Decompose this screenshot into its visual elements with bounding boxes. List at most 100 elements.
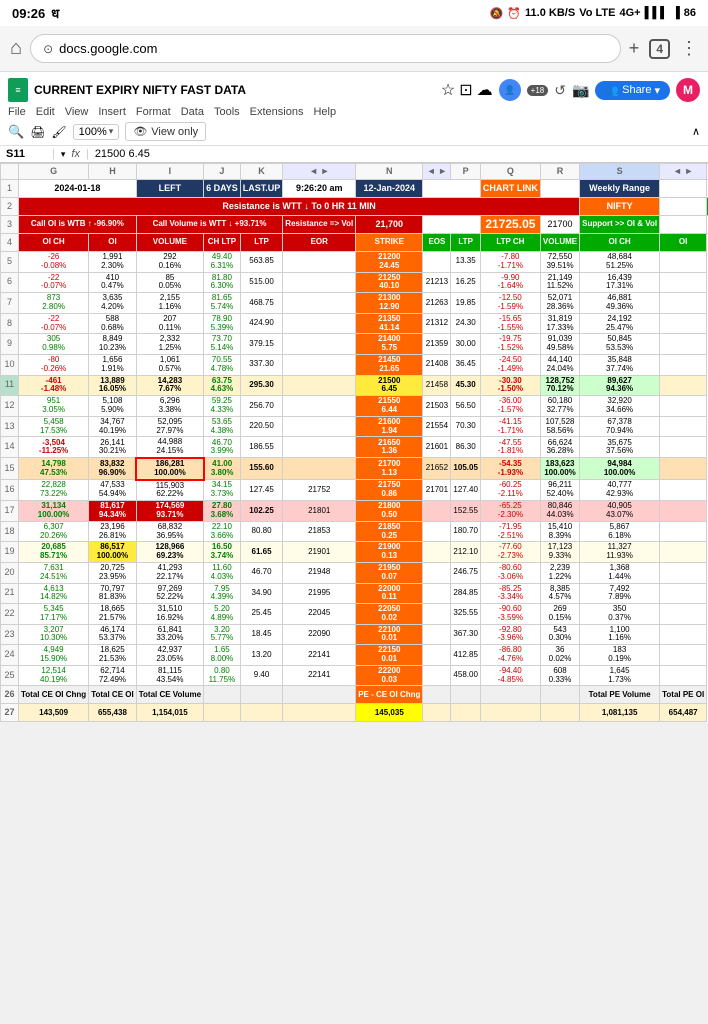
sheets-header: ≡ CURRENT EXPIRY NIFTY FAST DATA ☆ ⊡ ☁ 👤… bbox=[0, 72, 708, 146]
cell-left[interactable]: LEFT bbox=[136, 180, 203, 198]
formula-value: 21500 6.45 bbox=[95, 148, 702, 160]
col-header-q[interactable]: Q bbox=[480, 164, 540, 180]
menu-file[interactable]: File bbox=[8, 106, 26, 118]
menu-view[interactable]: View bbox=[65, 106, 89, 118]
col-header-o[interactable]: ◄ ► bbox=[423, 164, 451, 180]
col-ltp2: LTP bbox=[451, 234, 480, 252]
menu-help[interactable]: Help bbox=[313, 106, 336, 118]
table-row-selected: 11 -461-1.48% 13,88916.05% 14,2837.67% 6… bbox=[1, 375, 708, 396]
cell-nifty-header[interactable]: NIFTY bbox=[580, 198, 660, 216]
col-header-g[interactable]: G bbox=[19, 164, 89, 180]
menu-insert[interactable]: Insert bbox=[98, 106, 126, 118]
cell-resistance[interactable]: Resistance is WTT ↓ To 0 HR 11 MIN bbox=[19, 198, 580, 216]
col-header-p[interactable]: P bbox=[451, 164, 480, 180]
table-row-red: 17 31,134100.00% 81,61794.34% 174,56993.… bbox=[1, 501, 708, 522]
cell-res-val[interactable]: 21,700 bbox=[356, 216, 423, 234]
table-row: 16 22,82873.22% 47,53354.94% 115,90362.2… bbox=[1, 480, 708, 501]
table-row: 5 -26-0.08% 1,9912.30% 2920.16% 49.406.3… bbox=[1, 252, 708, 273]
cell-date[interactable]: 2024-01-18 bbox=[19, 180, 137, 198]
eye-icon: 👁 bbox=[133, 125, 147, 138]
view-only-button[interactable]: 👁 View only bbox=[125, 122, 206, 141]
cell-support-oivol[interactable]: Support >> OI & Vol bbox=[580, 216, 660, 234]
total-pe-oi-label: Total PE OI bbox=[660, 686, 707, 704]
col-oi2: OI bbox=[660, 234, 707, 252]
star-icon[interactable]: ☆ bbox=[441, 80, 455, 100]
table-row: 13 5,45817.53% 34,76740.19% 52,09527.97%… bbox=[1, 416, 708, 437]
cell-res-vol-label[interactable]: Resistance => Vol bbox=[283, 216, 356, 234]
cell-calloi-label[interactable]: Call OI is WTB ↑ -96.90% bbox=[19, 216, 137, 234]
cell-chartdate[interactable]: 12-Jan-2024 bbox=[356, 180, 423, 198]
data-table: G H I J K ◄ ► N ◄ ► P Q R S ◄ ► U V W ◄ … bbox=[0, 163, 708, 722]
table-row: 24 4,94915.90% 18,62521.53% 42,93723.05%… bbox=[1, 645, 708, 666]
col-header-l[interactable]: ◄ ► bbox=[283, 164, 356, 180]
url-bar[interactable]: ⊙ docs.google.com bbox=[30, 34, 621, 63]
battery-indicator: ▐ bbox=[672, 7, 680, 19]
user-avatar[interactable]: M bbox=[676, 78, 700, 102]
col-header-n[interactable]: N bbox=[356, 164, 423, 180]
menu-format[interactable]: Format bbox=[136, 106, 171, 118]
col-header-k[interactable]: K bbox=[240, 164, 283, 180]
col-header-i[interactable]: I bbox=[136, 164, 203, 180]
col-vol2: VOLUME bbox=[540, 234, 579, 252]
total-ce-oich-val: 143,509 bbox=[19, 704, 89, 722]
search-icon[interactable]: 🔍 bbox=[8, 124, 24, 140]
camera-icon[interactable]: 📷 bbox=[572, 82, 589, 99]
tab-count[interactable]: 4 bbox=[649, 39, 670, 59]
share-button[interactable]: 👥 Share ▾ bbox=[595, 81, 670, 100]
cell-nifty-val[interactable]: 21725.05 bbox=[480, 216, 540, 234]
share-chevron: ▾ bbox=[654, 84, 660, 97]
expand-icon[interactable]: ∧ bbox=[692, 125, 700, 138]
menu-data[interactable]: Data bbox=[181, 106, 204, 118]
cell-6days[interactable]: 6 DAYS bbox=[204, 180, 241, 198]
cloud-icon[interactable]: ☁ bbox=[477, 80, 493, 100]
total-pe-vol-label: Total PE Volume bbox=[580, 686, 660, 704]
menu-extensions[interactable]: Extensions bbox=[250, 106, 304, 118]
home-icon[interactable]: ⌂ bbox=[10, 37, 22, 60]
cell-blank-r3 bbox=[423, 216, 480, 234]
col-header-r[interactable]: R bbox=[540, 164, 579, 180]
zoom-chevron: ▾ bbox=[109, 126, 114, 137]
total-ce-vol-val: 1,154,015 bbox=[136, 704, 203, 722]
row-num-2: 2 bbox=[1, 198, 19, 216]
cell-chartlink[interactable] bbox=[423, 180, 480, 198]
menu-edit[interactable]: Edit bbox=[36, 106, 55, 118]
paint-icon[interactable]: 🖌 bbox=[51, 125, 66, 139]
avatar-letter: M bbox=[683, 83, 693, 97]
col-header-t[interactable]: ◄ ► bbox=[660, 164, 707, 180]
menu-tools[interactable]: Tools bbox=[214, 106, 240, 118]
col-eor: EOR bbox=[283, 234, 356, 252]
carrier-display: ध bbox=[51, 4, 59, 22]
col-eos: EOS bbox=[423, 234, 451, 252]
print-icon[interactable]: 🖨 bbox=[30, 125, 45, 139]
selected-strike[interactable]: 215006.45 bbox=[356, 375, 423, 396]
menu-icon[interactable]: ⋮ bbox=[680, 38, 698, 59]
collaborator-avatar: 👤 bbox=[499, 79, 521, 101]
cell-nifty-ref[interactable]: 21700 bbox=[540, 216, 579, 234]
cell-chartlink-label[interactable]: CHART LINK bbox=[480, 180, 540, 198]
total-ce-oich-label: Total CE OI Chng bbox=[19, 686, 89, 704]
formula-down-icon[interactable]: ▾ bbox=[61, 149, 66, 160]
status-bar: 09:26 ध 🔕 ⏰ 11.0 KB/S Vo LTE 4G+ ▌▌▌ ▐ 8… bbox=[0, 0, 708, 26]
history-icon[interactable]: ↺ bbox=[554, 82, 566, 99]
share-people-icon: 👥 bbox=[605, 84, 619, 97]
cell-callvol-label[interactable]: Call Volume is WTT ↓ +93.71% bbox=[136, 216, 283, 234]
folder-icon[interactable]: ⊡ bbox=[459, 80, 472, 100]
pece-label: PE - CE OI Chng bbox=[356, 686, 423, 704]
zoom-button[interactable]: 100% ▾ bbox=[73, 124, 120, 140]
cell-time[interactable]: 9:26:20 am bbox=[283, 180, 356, 198]
strike-21700[interactable]: 217001.13 bbox=[356, 458, 423, 480]
col-chltp: CH LTP bbox=[204, 234, 241, 252]
time-display: 09:26 bbox=[12, 6, 45, 21]
col-header-s[interactable]: S bbox=[580, 164, 660, 180]
add-tab-icon[interactable]: + bbox=[629, 38, 640, 59]
table-row: 19 20,68585.71% 86,517100.00% 128,96669.… bbox=[1, 542, 708, 563]
cell-weekly-range[interactable]: Weekly Range bbox=[580, 180, 660, 198]
col-header-j[interactable]: J bbox=[204, 164, 241, 180]
col-strike: STRIKE bbox=[356, 234, 423, 252]
total-ce-vol-label: Total CE Volume bbox=[136, 686, 203, 704]
cell-lastup[interactable]: LAST.UP bbox=[240, 180, 283, 198]
cell-reference[interactable]: S11 bbox=[6, 148, 46, 160]
table-row-highlighted: 15 14,79847.53% 83,83296.90% 186,281100.… bbox=[1, 458, 708, 480]
col-header-h[interactable]: H bbox=[89, 164, 137, 180]
table-row: 25 12,51440.19% 62,71472.49% 81,11543.54… bbox=[1, 665, 708, 686]
